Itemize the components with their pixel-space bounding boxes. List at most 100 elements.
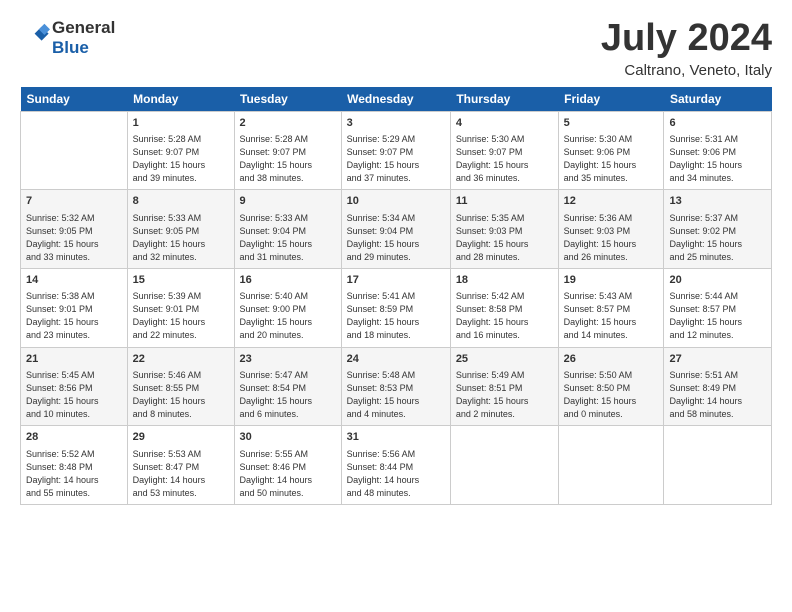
calendar-cell: 9 Sunrise: 5:33 AMSunset: 9:04 PMDaylight… (234, 190, 341, 269)
day-number: 12 (564, 194, 659, 209)
calendar-cell: 20 Sunrise: 5:44 AMSunset: 8:57 PMDayligh… (664, 268, 772, 347)
day-number: 8 (133, 194, 229, 209)
calendar-cell: 21 Sunrise: 5:45 AMSunset: 8:56 PMDayligh… (21, 347, 128, 426)
week-row-1: 1 Sunrise: 5:28 AMSunset: 9:07 PMDaylight… (21, 111, 772, 190)
calendar-cell: 15 Sunrise: 5:39 AMSunset: 9:01 PMDayligh… (127, 268, 234, 347)
cell-info: Sunrise: 5:49 AMSunset: 8:51 PMDaylight:… (456, 369, 553, 421)
cell-info: Sunrise: 5:42 AMSunset: 8:58 PMDaylight:… (456, 290, 553, 342)
day-number: 22 (133, 352, 229, 367)
calendar-cell: 5 Sunrise: 5:30 AMSunset: 9:06 PMDaylight… (558, 111, 664, 190)
cell-info: Sunrise: 5:53 AMSunset: 8:47 PMDaylight:… (133, 448, 229, 500)
col-header-friday: Friday (558, 87, 664, 112)
calendar-cell: 16 Sunrise: 5:40 AMSunset: 9:00 PMDayligh… (234, 268, 341, 347)
calendar-cell: 24 Sunrise: 5:48 AMSunset: 8:53 PMDayligh… (341, 347, 450, 426)
day-number: 31 (347, 430, 445, 445)
week-row-4: 21 Sunrise: 5:45 AMSunset: 8:56 PMDayligh… (21, 347, 772, 426)
cell-info: Sunrise: 5:43 AMSunset: 8:57 PMDaylight:… (564, 290, 659, 342)
cell-info: Sunrise: 5:52 AMSunset: 8:48 PMDaylight:… (26, 448, 122, 500)
col-header-wednesday: Wednesday (341, 87, 450, 112)
cell-info: Sunrise: 5:45 AMSunset: 8:56 PMDaylight:… (26, 369, 122, 421)
cell-info: Sunrise: 5:37 AMSunset: 9:02 PMDaylight:… (669, 212, 766, 264)
calendar-cell (664, 426, 772, 505)
cell-info: Sunrise: 5:29 AMSunset: 9:07 PMDaylight:… (347, 133, 445, 185)
cell-info: Sunrise: 5:38 AMSunset: 9:01 PMDaylight:… (26, 290, 122, 342)
calendar-cell: 2Sunrise: 5:28 AMSunset: 9:07 PMDaylight… (234, 111, 341, 190)
cell-info: Sunrise: 5:39 AMSunset: 9:01 PMDaylight:… (133, 290, 229, 342)
day-number: 20 (669, 273, 766, 288)
day-number: 6 (669, 116, 766, 131)
week-row-2: 7 Sunrise: 5:32 AMSunset: 9:05 PMDaylight… (21, 190, 772, 269)
cell-info: Sunrise: 5:47 AMSunset: 8:54 PMDaylight:… (240, 369, 336, 421)
cell-info: Sunrise: 5:28 AMSunset: 9:07 PMDaylight:… (133, 133, 229, 185)
calendar-cell (21, 111, 128, 190)
day-number: 14 (26, 273, 122, 288)
day-number: 21 (26, 352, 122, 367)
cell-info: Sunrise: 5:48 AMSunset: 8:53 PMDaylight:… (347, 369, 445, 421)
day-number: 11 (456, 194, 553, 209)
calendar-cell: 3Sunrise: 5:29 AMSunset: 9:07 PMDaylight… (341, 111, 450, 190)
main-title: July 2024 (601, 18, 772, 60)
week-row-5: 28 Sunrise: 5:52 AMSunset: 8:48 PMDayligh… (21, 426, 772, 505)
cell-info: Sunrise: 5:30 AMSunset: 9:07 PMDaylight:… (456, 133, 553, 185)
day-number: 4 (456, 116, 553, 131)
calendar-cell: 1 Sunrise: 5:28 AMSunset: 9:07 PMDaylight… (127, 111, 234, 190)
calendar-cell: 6Sunrise: 5:31 AMSunset: 9:06 PMDaylight… (664, 111, 772, 190)
calendar-cell (450, 426, 558, 505)
cell-info: Sunrise: 5:41 AMSunset: 8:59 PMDaylight:… (347, 290, 445, 342)
cell-info: Sunrise: 5:40 AMSunset: 9:00 PMDaylight:… (240, 290, 336, 342)
calendar-cell: 19Sunrise: 5:43 AMSunset: 8:57 PMDayligh… (558, 268, 664, 347)
cell-info: Sunrise: 5:33 AMSunset: 9:05 PMDaylight:… (133, 212, 229, 264)
day-number: 15 (133, 273, 229, 288)
calendar-cell: 10Sunrise: 5:34 AMSunset: 9:04 PMDayligh… (341, 190, 450, 269)
logo-line2: Blue (52, 38, 115, 58)
subtitle: Caltrano, Veneto, Italy (601, 62, 772, 79)
day-number: 26 (564, 352, 659, 367)
calendar-cell: 25 Sunrise: 5:49 AMSunset: 8:51 PMDayligh… (450, 347, 558, 426)
col-header-saturday: Saturday (664, 87, 772, 112)
calendar-cell: 4 Sunrise: 5:30 AMSunset: 9:07 PMDaylight… (450, 111, 558, 190)
day-number: 28 (26, 430, 122, 445)
day-number: 23 (240, 352, 336, 367)
day-number: 30 (240, 430, 336, 445)
header-row: SundayMondayTuesdayWednesdayThursdayFrid… (21, 87, 772, 112)
cell-info: Sunrise: 5:44 AMSunset: 8:57 PMDaylight:… (669, 290, 766, 342)
day-number: 10 (347, 194, 445, 209)
day-number: 25 (456, 352, 553, 367)
day-number: 9 (240, 194, 336, 209)
col-header-sunday: Sunday (21, 87, 128, 112)
calendar-cell: 13 Sunrise: 5:37 AMSunset: 9:02 PMDayligh… (664, 190, 772, 269)
calendar-cell: 26Sunrise: 5:50 AMSunset: 8:50 PMDayligh… (558, 347, 664, 426)
col-header-monday: Monday (127, 87, 234, 112)
calendar-cell: 22 Sunrise: 5:46 AMSunset: 8:55 PMDayligh… (127, 347, 234, 426)
day-number: 1 (133, 116, 229, 131)
day-number: 29 (133, 430, 229, 445)
day-number: 16 (240, 273, 336, 288)
calendar-cell: 8 Sunrise: 5:33 AMSunset: 9:05 PMDaylight… (127, 190, 234, 269)
cell-info: Sunrise: 5:32 AMSunset: 9:05 PMDaylight:… (26, 212, 122, 264)
day-number: 5 (564, 116, 659, 131)
day-number: 2 (240, 116, 336, 131)
logo-icon (22, 21, 50, 49)
calendar-cell: 17 Sunrise: 5:41 AMSunset: 8:59 PMDayligh… (341, 268, 450, 347)
day-number: 7 (26, 194, 122, 209)
calendar-cell: 23 Sunrise: 5:47 AMSunset: 8:54 PMDayligh… (234, 347, 341, 426)
col-header-tuesday: Tuesday (234, 87, 341, 112)
page: General Blue July 2024 Caltrano, Veneto,… (0, 0, 792, 517)
calendar-cell: 30 Sunrise: 5:55 AMSunset: 8:46 PMDayligh… (234, 426, 341, 505)
day-number: 18 (456, 273, 553, 288)
day-number: 13 (669, 194, 766, 209)
day-number: 17 (347, 273, 445, 288)
logo-line1: General (52, 18, 115, 38)
cell-info: Sunrise: 5:33 AMSunset: 9:04 PMDaylight:… (240, 212, 336, 264)
cell-info: Sunrise: 5:35 AMSunset: 9:03 PMDaylight:… (456, 212, 553, 264)
day-number: 27 (669, 352, 766, 367)
cell-info: Sunrise: 5:46 AMSunset: 8:55 PMDaylight:… (133, 369, 229, 421)
cell-info: Sunrise: 5:30 AMSunset: 9:06 PMDaylight:… (564, 133, 659, 185)
day-number: 24 (347, 352, 445, 367)
title-block: July 2024 Caltrano, Veneto, Italy (601, 18, 772, 79)
cell-info: Sunrise: 5:55 AMSunset: 8:46 PMDaylight:… (240, 448, 336, 500)
calendar-cell: 27Sunrise: 5:51 AMSunset: 8:49 PMDayligh… (664, 347, 772, 426)
week-row-3: 14 Sunrise: 5:38 AMSunset: 9:01 PMDayligh… (21, 268, 772, 347)
calendar-cell: 12 Sunrise: 5:36 AMSunset: 9:03 PMDayligh… (558, 190, 664, 269)
cell-info: Sunrise: 5:36 AMSunset: 9:03 PMDaylight:… (564, 212, 659, 264)
